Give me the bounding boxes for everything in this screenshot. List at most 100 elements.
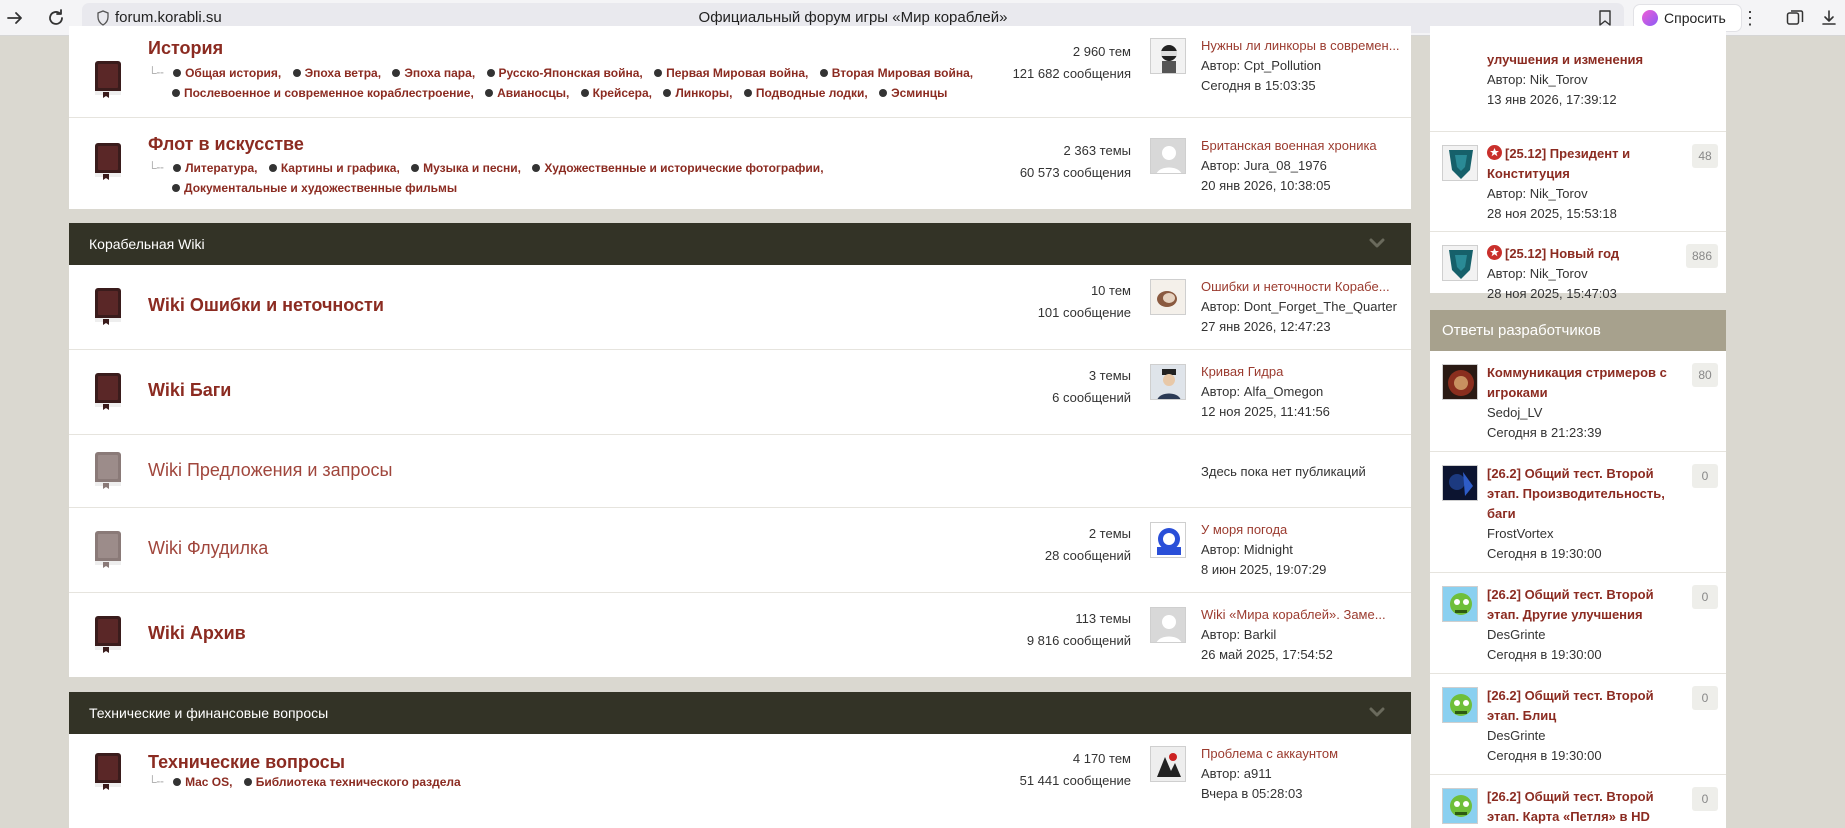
news-item[interactable]: [25.12] Новый год Автор: Nik_Torov 28 но… [1430,232,1726,301]
download-icon[interactable] [1820,9,1838,27]
last-post-title[interactable]: Кривая Гидра [1201,362,1401,382]
forum-row-tech-questions[interactable]: Технические вопросы └╌ Mac OS, Библиотек… [69,734,1411,828]
dev-answer-title[interactable]: [26.2] Общий тест. Второй этап. Другие у… [1487,585,1667,625]
subforum-link[interactable]: Литература, [185,161,257,175]
dev-answer-title[interactable]: [26.2] Общий тест. Второй этап. Карта «П… [1487,787,1667,827]
bookmark-icon[interactable] [1598,10,1612,26]
forum-row-art[interactable]: Флот в искусстве └╌ Литература, Картины … [69,118,1411,209]
forum-row-wiki-suggestions[interactable]: Wiki Предложения и запросы Здесь пока не… [69,435,1411,508]
subforum-link[interactable]: Эпоха ветра, [305,66,381,80]
forum-row-wiki-flood[interactable]: Wiki Флудилка 2 темы 28 сообщений У моря… [69,508,1411,593]
subforum-link[interactable]: Русско-Японская война, [499,66,643,80]
news-title[interactable]: [25.12] Новый год [1487,244,1667,264]
forum-row-history[interactable]: История └╌ Общая история, Эпоха ветра, Э… [69,26,1411,118]
forum-title[interactable]: История [148,38,223,59]
dev-answer-author[interactable]: DesGrinte [1487,726,1546,746]
forward-arrow-icon[interactable] [2,5,28,31]
subforum-link[interactable]: Первая Мировая война, [666,66,808,80]
forum-row-wiki-archive[interactable]: Wiki Архив 113 темы 9 816 сообщений Wiki… [69,593,1411,677]
forum-title[interactable]: Wiki Флудилка [148,538,268,559]
avatar[interactable] [1150,279,1186,315]
subforum-link[interactable]: Вторая Мировая война, [832,66,973,80]
last-post-title[interactable]: Проблема с аккаунтом [1201,744,1401,764]
dev-answers-panel: Коммуникация стримеров с игроками Sedoj_… [1430,351,1726,828]
last-post-author[interactable]: Автор: Jura_08_1976 [1201,156,1401,176]
forum-title[interactable]: Wiki Архив [148,623,246,644]
reload-icon[interactable] [43,5,69,31]
forum-row-wiki-bugs[interactable]: Wiki Баги 3 темы 6 сообщений Кривая Гидр… [69,350,1411,435]
last-post-author[interactable]: Автор: Cpt_Pollution [1201,56,1401,76]
dev-answer-author[interactable]: Sedoj_LV [1487,403,1542,423]
news-author[interactable]: Автор: Nik_Torov [1487,70,1588,90]
forum-title[interactable]: Технические вопросы [148,752,345,773]
last-post-author[interactable]: Автор: Dont_Forget_The_Quarter [1201,297,1401,317]
avatar[interactable] [1442,364,1478,400]
last-post-title[interactable]: Британская военная хроника [1201,136,1401,156]
subforum-link[interactable]: Линкоры, [675,86,732,100]
avatar[interactable] [1442,687,1478,723]
forum-title[interactable]: Wiki Предложения и запросы [148,460,392,481]
subforum-link[interactable]: Эпоха пара, [404,66,475,80]
subforum-link[interactable]: Эсминцы [891,86,947,100]
dev-answer-author[interactable]: DesGrinte [1487,625,1546,645]
forum-title[interactable]: Wiki Ошибки и неточности [148,295,384,316]
dev-answer-item[interactable]: Коммуникация стримеров с игроками Sedoj_… [1430,351,1726,452]
chevron-down-icon[interactable] [1369,237,1385,249]
category-header-tech[interactable]: Технические и финансовые вопросы [69,692,1411,734]
news-author[interactable]: Автор: Nik_Torov [1487,184,1588,204]
news-title[interactable]: [25.12] Президент и Конституция [1487,144,1667,184]
last-post-author[interactable]: Автор: Barkil [1201,625,1401,645]
last-post-title[interactable]: Нужны ли линкоры в современ... [1201,36,1401,56]
avatar[interactable] [1150,522,1186,558]
forum-title[interactable]: Флот в искусстве [148,134,304,155]
avatar[interactable] [1150,607,1186,643]
subforum-link[interactable]: Музыка и песни, [423,161,521,175]
tabs-icon[interactable] [1786,9,1804,27]
subforum-link[interactable]: Картины и графика, [281,161,400,175]
dev-answer-item[interactable]: [26.2] Общий тест. Второй этап. Карта «П… [1430,775,1726,828]
dev-answer-author[interactable]: FrostVortex [1487,524,1553,544]
subforum-link[interactable]: Библиотека технического раздела [256,775,461,789]
subforum-link[interactable]: Послевоенное и современное кораблестроен… [184,86,474,100]
last-post-author[interactable]: Автор: Midnight [1201,540,1401,560]
more-menu-icon[interactable]: ⋮ [1739,5,1761,31]
subforum-link[interactable]: Общая история, [185,66,281,80]
news-item[interactable]: [25.12] Президент и Конституция Автор: N… [1430,132,1726,232]
last-post-title[interactable]: Ошибки и неточности Корабе... [1201,277,1401,297]
avatar[interactable] [1150,746,1186,782]
category-header-wiki[interactable]: Корабельная Wiki [69,223,1411,265]
news-title[interactable]: улучшения и изменения [1487,50,1667,70]
chevron-down-icon[interactable] [1369,706,1385,718]
forum-row-wiki-errors[interactable]: Wiki Ошибки и неточности 10 тем 101 сооб… [69,265,1411,350]
avatar[interactable] [1442,245,1478,281]
last-post-author[interactable]: Автор: Alfa_Omegon [1201,382,1401,402]
subforum-link[interactable]: Авианосцы, [497,86,569,100]
dev-answer-title[interactable]: [26.2] Общий тест. Второй этап. Производ… [1487,464,1667,524]
last-post-author[interactable]: Автор: a911 [1201,764,1401,784]
avatar[interactable] [1442,145,1478,181]
avatar[interactable] [1442,788,1478,824]
news-author[interactable]: Автор: Nik_Torov [1487,264,1588,284]
subforum-link[interactable]: Крейсера, [593,86,652,100]
dev-answer-item[interactable]: [26.2] Общий тест. Второй этап. Блиц Des… [1430,674,1726,775]
last-post-title[interactable]: У моря погода [1201,520,1401,540]
news-item[interactable]: улучшения и изменения Автор: Nik_Torov 1… [1430,26,1726,132]
last-post-title[interactable]: Wiki «Мира кораблей». Заме... [1201,605,1401,625]
dev-answer-title[interactable]: [26.2] Общий тест. Второй этап. Блиц [1487,686,1667,726]
dev-answer-item[interactable]: [26.2] Общий тест. Второй этап. Другие у… [1430,573,1726,674]
subforum-link[interactable]: Документальные и художественные фильмы [184,181,457,195]
subforum-link[interactable]: Mac OS, [185,775,232,789]
subforum-link[interactable]: Художественные и исторические фотографии… [544,161,823,175]
news-date: 28 ноя 2025, 15:47:03 [1487,286,1617,301]
avatar[interactable] [1150,38,1186,74]
avatar[interactable] [1150,138,1186,174]
shield-icon[interactable] [96,10,110,26]
dev-answer-item[interactable]: [26.2] Общий тест. Второй этап. Производ… [1430,452,1726,573]
avatar[interactable] [1442,586,1478,622]
dev-answer-title[interactable]: Коммуникация стримеров с игроками [1487,363,1667,403]
last-post: Ошибки и неточности Корабе... Автор: Don… [1201,277,1401,337]
avatar[interactable] [1442,465,1478,501]
forum-title[interactable]: Wiki Баги [148,380,231,401]
subforum-link[interactable]: Подводные лодки, [756,86,868,100]
avatar[interactable] [1150,364,1186,400]
